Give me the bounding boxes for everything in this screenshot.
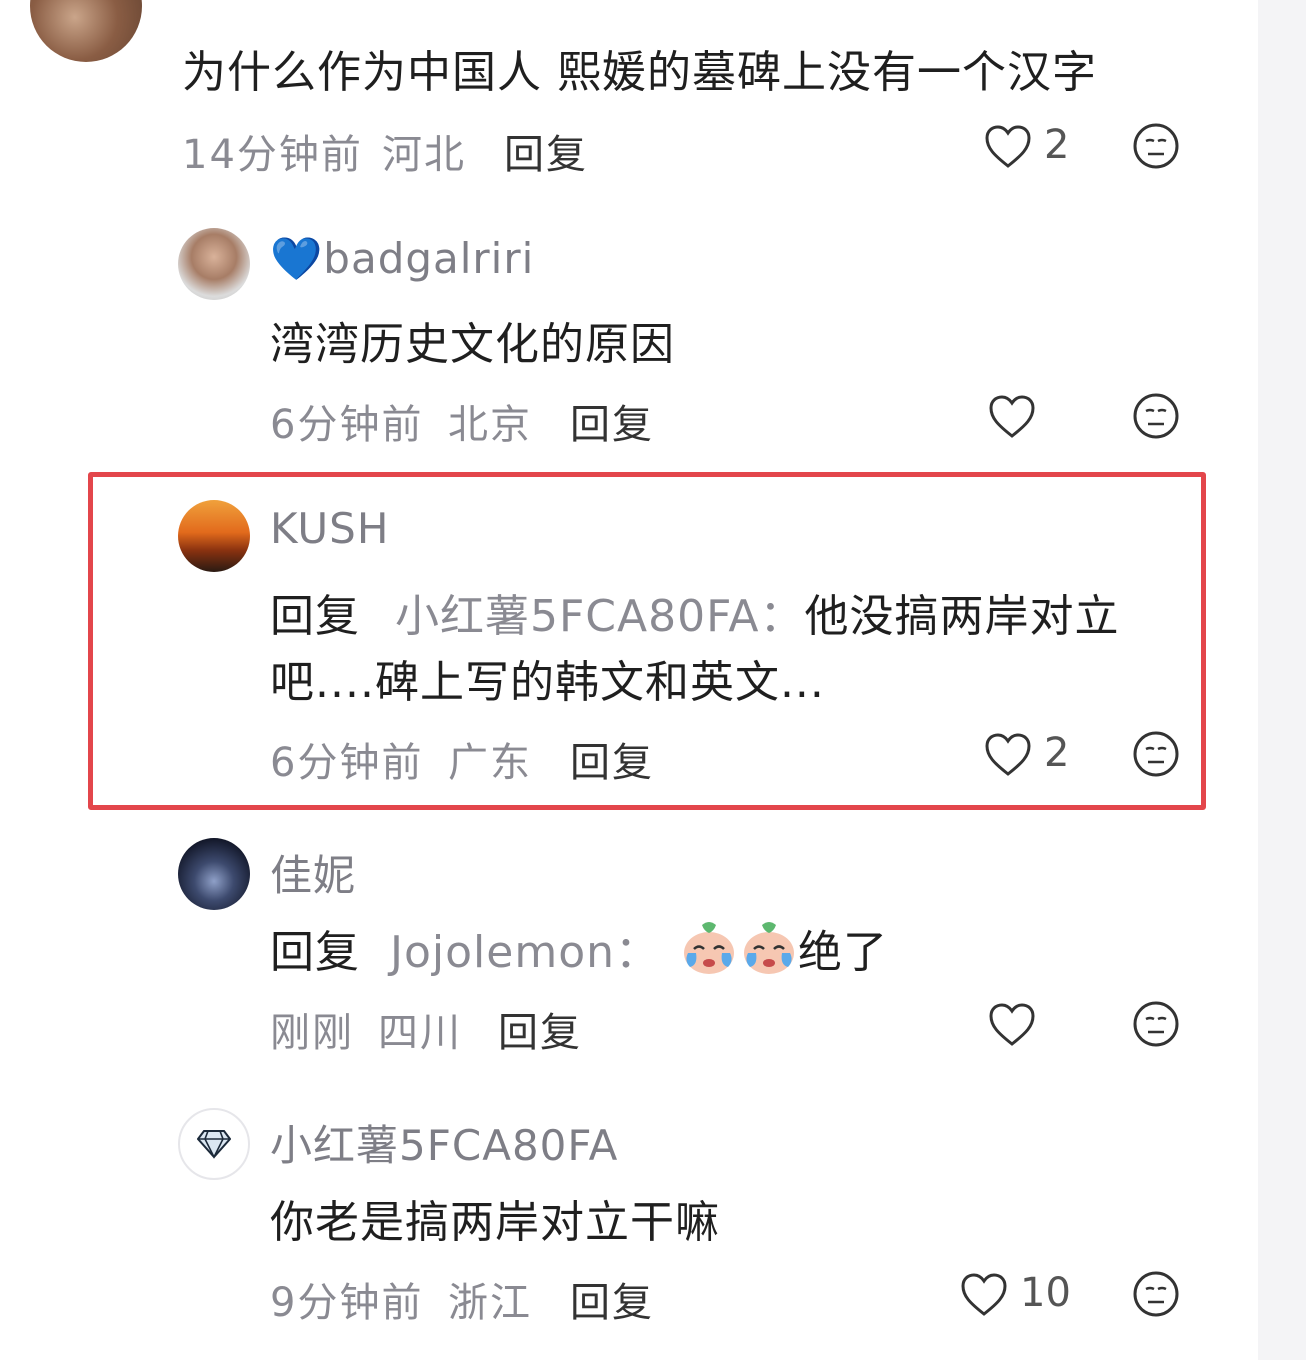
comment-region: 浙江 bbox=[448, 1280, 532, 1326]
username[interactable]: KUSH bbox=[270, 504, 389, 553]
neutral-face-icon[interactable] bbox=[1132, 730, 1180, 778]
avatar[interactable] bbox=[178, 838, 250, 910]
comment-time: 刚刚 bbox=[270, 1010, 354, 1056]
crying-face-icon bbox=[680, 919, 738, 977]
heart-outline-icon[interactable] bbox=[960, 1272, 1008, 1318]
comment-region: 四川 bbox=[378, 1010, 462, 1056]
comment-text: 为什么作为中国人 熙媛的墓碑上没有一个汉字 bbox=[182, 47, 1097, 98]
heart-outline-icon[interactable] bbox=[984, 124, 1032, 170]
comment-region: 北京 bbox=[448, 402, 532, 448]
crying-face-icon bbox=[740, 919, 798, 977]
reply-button[interactable]: 回复 bbox=[498, 1000, 582, 1058]
like-count: 2 bbox=[1044, 730, 1070, 776]
like-count: 10 bbox=[1020, 1270, 1071, 1316]
comment-time: 14分钟前 bbox=[182, 132, 363, 178]
comment-region: 广东 bbox=[448, 740, 532, 786]
reply-prefix: 回复 bbox=[270, 927, 360, 978]
heart-outline-icon[interactable] bbox=[984, 732, 1032, 778]
right-edge-strip bbox=[1258, 0, 1306, 1360]
comment-text-line2: 吧....碑上写的韩文和英文... bbox=[270, 657, 825, 708]
comment-text-line1: 他没搞两岸对立 bbox=[804, 591, 1120, 642]
heart-outline-icon[interactable] bbox=[988, 394, 1036, 440]
comment-text: 回复 Jojolemon： 绝了 bbox=[270, 916, 888, 980]
like-count: 2 bbox=[1044, 122, 1070, 168]
avatar[interactable] bbox=[178, 228, 250, 300]
neutral-face-icon[interactable] bbox=[1132, 1000, 1180, 1048]
reply-button[interactable]: 回复 bbox=[570, 392, 654, 450]
reply-target-user[interactable]: Jojolemon： bbox=[390, 916, 660, 980]
diamond-icon bbox=[197, 1129, 231, 1159]
avatar[interactable] bbox=[178, 500, 250, 572]
comment-time: 6分钟前 bbox=[270, 740, 424, 786]
comment-text: 你老是搞两岸对立干嘛 bbox=[270, 1197, 720, 1248]
neutral-face-icon[interactable] bbox=[1132, 1270, 1180, 1318]
neutral-face-icon[interactable] bbox=[1132, 392, 1180, 440]
reply-button[interactable]: 回复 bbox=[504, 122, 588, 180]
comment-text: 回复 小红薯5FCA80FA：他没搞两岸对立 bbox=[270, 580, 1119, 644]
comment-time: 6分钟前 bbox=[270, 402, 424, 448]
reply-target-user[interactable]: 小红薯5FCA80FA： bbox=[395, 591, 804, 642]
comment-time: 9分钟前 bbox=[270, 1280, 424, 1326]
username[interactable]: 💙badgalriri bbox=[270, 234, 534, 284]
reply-button[interactable]: 回复 bbox=[570, 1270, 654, 1328]
reply-prefix: 回复 bbox=[270, 591, 360, 642]
neutral-face-icon[interactable] bbox=[1132, 122, 1180, 170]
avatar[interactable] bbox=[30, 0, 142, 62]
avatar[interactable] bbox=[178, 1108, 250, 1180]
username[interactable]: 小红薯5FCA80FA bbox=[270, 1112, 618, 1173]
comment-text-suffix: 绝了 bbox=[798, 927, 889, 978]
reply-button[interactable]: 回复 bbox=[570, 730, 654, 788]
comment-region: 河北 bbox=[382, 132, 466, 178]
comment-text: 湾湾历史文化的原因 bbox=[270, 319, 675, 370]
username[interactable]: 佳妮 bbox=[270, 842, 356, 903]
heart-outline-icon[interactable] bbox=[988, 1002, 1036, 1048]
